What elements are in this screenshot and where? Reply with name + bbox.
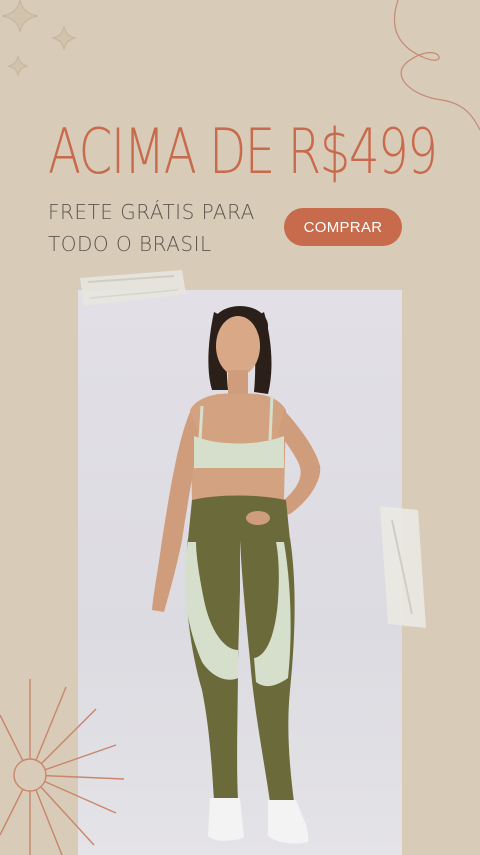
subline-line-2: TODO O BRASIL xyxy=(48,232,212,256)
headline: ACIMA DE R$499 xyxy=(48,115,438,188)
tape-strip xyxy=(380,506,426,628)
tape-strip xyxy=(80,270,186,306)
promo-banner: ACIMA DE R$499 FRETE GRÁTIS PARA TODO O … xyxy=(0,0,480,855)
comprar-button[interactable]: COMPRAR xyxy=(284,208,402,246)
sunburst-icon xyxy=(0,679,125,855)
subline: FRETE GRÁTIS PARA TODO O BRASIL xyxy=(48,196,255,260)
subline-line-1: FRETE GRÁTIS PARA xyxy=(48,200,255,224)
sparkle-icon xyxy=(1,0,77,77)
